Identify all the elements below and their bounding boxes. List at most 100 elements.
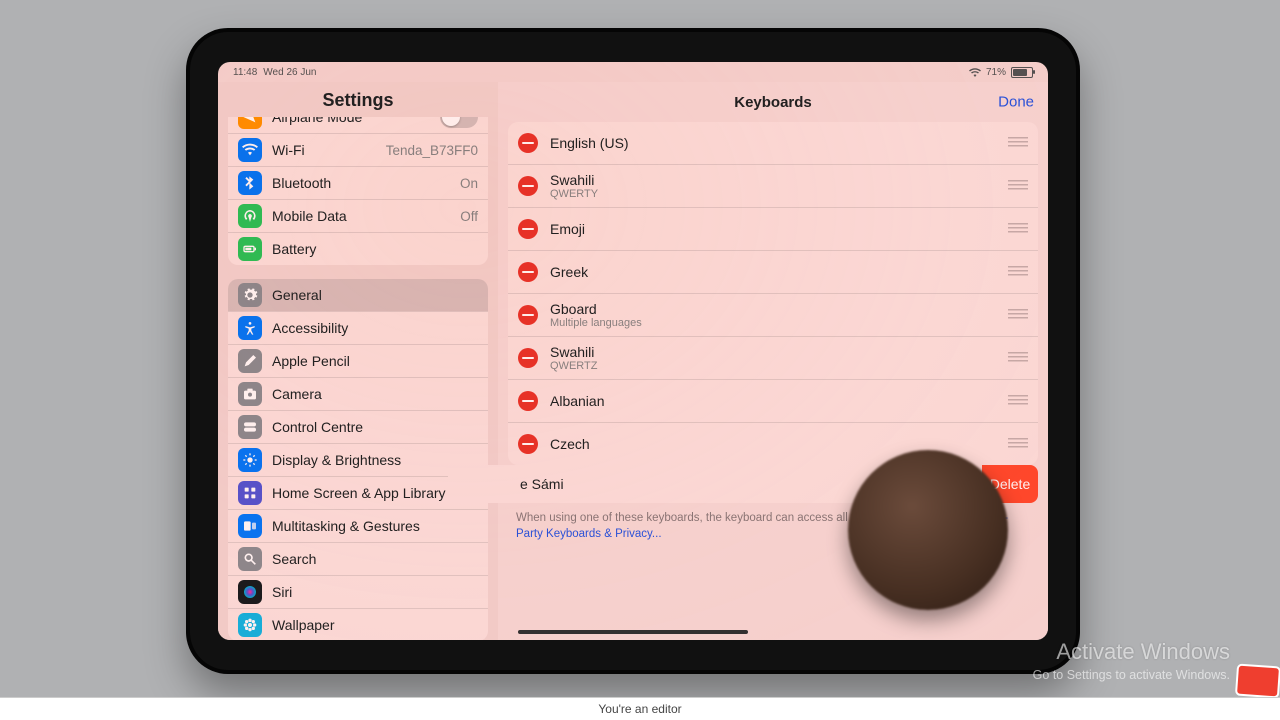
keyboard-row[interactable]: Greek bbox=[508, 250, 1038, 293]
windows-watermark-sub: Go to Settings to activate Windows. bbox=[1033, 668, 1230, 682]
pencil-icon bbox=[238, 349, 262, 373]
stack-icon bbox=[238, 514, 262, 538]
reorder-handle-icon[interactable] bbox=[1008, 223, 1028, 235]
settings-scroll[interactable]: Airplane Mode Wi-FiTenda_B73FF0 Bluetooth O… bbox=[218, 117, 498, 640]
remove-minus-icon[interactable] bbox=[518, 391, 538, 411]
windows-watermark-title: Activate Windows bbox=[1056, 639, 1230, 665]
settings-row-wallpaper[interactable]: Wallpaper bbox=[228, 608, 488, 640]
keyboard-label: Swahili bbox=[550, 344, 597, 360]
settings-row-label: Apple Pencil bbox=[272, 353, 350, 369]
reorder-handle-icon[interactable] bbox=[1008, 309, 1028, 321]
settings-row-airplane-mode[interactable]: Airplane Mode bbox=[228, 117, 488, 133]
keyboard-sublabel: QWERTZ bbox=[550, 360, 597, 373]
keyboard-label: e Sámi bbox=[520, 476, 564, 492]
remove-minus-icon[interactable] bbox=[518, 219, 538, 239]
battery-status-icon bbox=[1011, 67, 1033, 78]
remove-minus-icon[interactable] bbox=[518, 176, 538, 196]
tablet-frame: 11:48 Wed 26 Jun 71% Settings Airplane M… bbox=[186, 28, 1080, 674]
reorder-handle-icon[interactable] bbox=[952, 478, 972, 490]
wifi-icon bbox=[238, 138, 262, 162]
settings-row-mobile-data[interactable]: Mobile Data Off bbox=[228, 199, 488, 232]
bluetooth-icon bbox=[238, 171, 262, 195]
keyboards-header: Keyboards Done bbox=[498, 82, 1048, 122]
editor-status-bar: You're an editor bbox=[0, 697, 1280, 720]
keyboard-label: Emoji bbox=[550, 221, 585, 237]
sun-icon bbox=[238, 448, 262, 472]
settings-row-camera[interactable]: Camera bbox=[228, 377, 488, 410]
settings-row-label: Mobile Data bbox=[272, 208, 347, 224]
settings-row-label: Control Centre bbox=[272, 419, 363, 435]
settings-row-value: On bbox=[460, 176, 478, 191]
remove-minus-icon[interactable] bbox=[518, 133, 538, 153]
keyboard-sublabel: Multiple languages bbox=[550, 317, 642, 330]
settings-row-label: General bbox=[272, 287, 322, 303]
home-indicator[interactable] bbox=[518, 630, 748, 634]
reorder-handle-icon[interactable] bbox=[1008, 266, 1028, 278]
settings-row-bluetooth[interactable]: Bluetooth On bbox=[228, 166, 488, 199]
keyboard-label: English (US) bbox=[550, 135, 629, 151]
antenna-icon bbox=[238, 204, 262, 228]
search-icon bbox=[238, 547, 262, 571]
settings-row-apple-pencil[interactable]: Apple Pencil bbox=[228, 344, 488, 377]
settings-row-siri[interactable]: Siri bbox=[228, 575, 488, 608]
keyboard-row[interactable]: SwahiliQWERTZ bbox=[508, 336, 1038, 379]
reorder-handle-icon[interactable] bbox=[1008, 438, 1028, 450]
split-view: Settings Airplane ModeWi-FiTenda_B73FF0B… bbox=[218, 82, 1048, 640]
toggle-switch[interactable] bbox=[440, 117, 478, 128]
keyboard-row[interactable]: Czech bbox=[508, 422, 1038, 465]
delete-button[interactable]: Delete bbox=[982, 465, 1038, 503]
settings-row-label: Bluetooth bbox=[272, 175, 331, 191]
battery-icon bbox=[238, 237, 262, 261]
settings-row-value: Tenda_B73FF0 bbox=[386, 143, 478, 158]
status-time: 11:48 bbox=[233, 67, 257, 78]
settings-row-value: Off bbox=[460, 209, 478, 224]
keyboard-label: Swahili bbox=[550, 172, 598, 188]
settings-row-search[interactable]: Search bbox=[228, 542, 488, 575]
keyboard-row[interactable]: GboardMultiple languages bbox=[508, 293, 1038, 336]
scene-root: 11:48 Wed 26 Jun 71% Settings Airplane M… bbox=[0, 0, 1280, 720]
reorder-handle-icon[interactable] bbox=[1008, 137, 1028, 149]
settings-row-wi-fi[interactable]: Wi-FiTenda_B73FF0 bbox=[228, 133, 488, 166]
ipad-screen: 11:48 Wed 26 Jun 71% Settings Airplane M… bbox=[218, 62, 1048, 640]
wifi-status-icon bbox=[969, 68, 981, 77]
remove-minus-icon[interactable] bbox=[518, 348, 538, 368]
settings-row-battery[interactable]: Battery bbox=[228, 232, 488, 265]
settings-title: Settings bbox=[218, 82, 498, 117]
settings-row-label: Multitasking & Gestures bbox=[272, 518, 420, 534]
settings-sidebar: Settings Airplane ModeWi-FiTenda_B73FF0B… bbox=[218, 82, 498, 640]
footer-text: When using one of these keyboards, the k… bbox=[516, 512, 945, 524]
settings-row-label: Camera bbox=[272, 386, 322, 402]
remove-minus-icon[interactable] bbox=[518, 434, 538, 454]
keyboard-label: Albanian bbox=[550, 393, 605, 409]
camera-icon bbox=[238, 382, 262, 406]
settings-row-control-centre[interactable]: Control Centre bbox=[228, 410, 488, 443]
remove-minus-icon[interactable] bbox=[518, 262, 538, 282]
access-icon bbox=[238, 316, 262, 340]
toggles-icon bbox=[238, 415, 262, 439]
status-bar: 11:48 Wed 26 Jun 71% bbox=[218, 62, 1048, 82]
keyboard-label: Gboard bbox=[550, 301, 642, 317]
reorder-handle-icon[interactable] bbox=[1008, 395, 1028, 407]
status-battery-pct: 71% bbox=[986, 67, 1006, 78]
settings-row-multitasking-gestures[interactable]: Multitasking & Gestures bbox=[228, 509, 488, 542]
reorder-handle-icon[interactable] bbox=[1008, 180, 1028, 192]
settings-row-label: Display & Brightness bbox=[272, 452, 401, 468]
keyboard-row[interactable]: English (US) bbox=[508, 122, 1038, 164]
settings-group-connectivity: Airplane Mode Wi-FiTenda_B73FF0 Bluetooth O… bbox=[228, 117, 488, 265]
settings-row-label: Airplane Mode bbox=[272, 117, 362, 125]
keyboard-row-swiped[interactable]: e Sámi Delete bbox=[508, 465, 1038, 503]
reorder-handle-icon[interactable] bbox=[1008, 352, 1028, 364]
settings-group-general: General Accessibility Apple Pencil Camera Co… bbox=[228, 279, 488, 640]
keyboard-row[interactable]: Emoji bbox=[508, 207, 1038, 250]
keyboard-row[interactable]: Albanian bbox=[508, 379, 1038, 422]
settings-row-label: Home Screen & App Library bbox=[272, 485, 446, 501]
settings-row-label: Search bbox=[272, 551, 316, 567]
keyboard-row[interactable]: SwahiliQWERTY bbox=[508, 164, 1038, 207]
settings-row-general[interactable]: General bbox=[228, 279, 488, 311]
remove-minus-icon[interactable] bbox=[518, 305, 538, 325]
done-button[interactable]: Done bbox=[998, 94, 1034, 111]
keyboard-sublabel: QWERTY bbox=[550, 188, 598, 201]
settings-row-label: Wallpaper bbox=[272, 617, 335, 633]
keyboards-footer: When using one of these keyboards, the k… bbox=[498, 503, 1048, 542]
settings-row-accessibility[interactable]: Accessibility bbox=[228, 311, 488, 344]
